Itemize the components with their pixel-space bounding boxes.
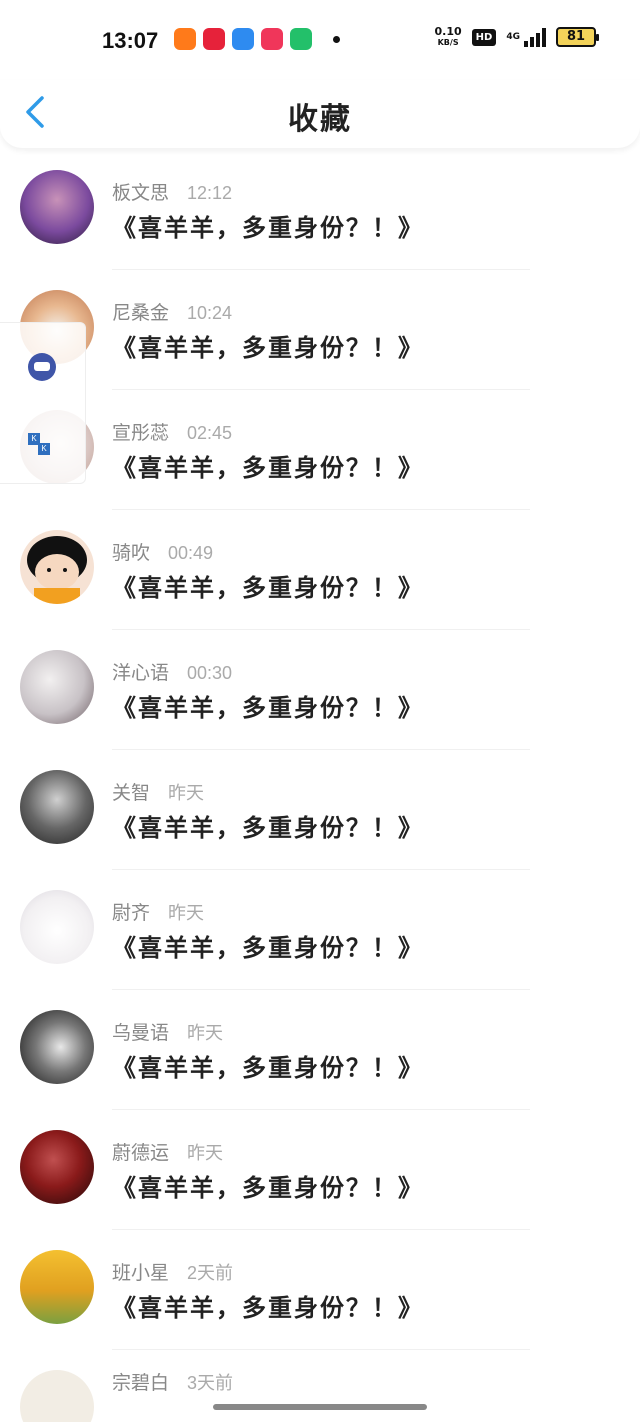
item-time: 3天前 <box>187 1373 234 1393</box>
user-name: 尉齐 <box>112 902 151 924</box>
user-name: 关智 <box>112 782 151 804</box>
cartoon-avatar-icon <box>27 536 87 604</box>
item-message: 《喜羊羊，多重身份？！》 <box>112 1173 424 1202</box>
list-item[interactable]: 蔚德运 昨天 《喜羊羊，多重身份？！》 <box>0 1110 640 1230</box>
list-item[interactable]: 洋心语 00:30 《喜羊羊，多重身份？！》 <box>0 630 640 750</box>
list-item[interactable]: 宗碧白 3天前 <box>0 1350 640 1422</box>
item-header: 关智 昨天 <box>112 778 204 805</box>
user-name: 洋心语 <box>112 662 170 684</box>
network-speed: 0.10 KB/S <box>435 26 462 48</box>
user-name: 蔚德运 <box>112 1142 170 1164</box>
network-speed-value: 0.10 <box>434 25 462 38</box>
item-time: 昨天 <box>168 783 205 803</box>
user-name: 宗碧白 <box>112 1372 170 1394</box>
item-header: 板文思 12:12 <box>112 178 232 205</box>
item-header: 骑吹 00:49 <box>112 538 213 565</box>
avatar[interactable] <box>20 890 94 964</box>
list-item[interactable]: 板文思 12:12 《喜羊羊，多重身份？！》 <box>0 150 640 270</box>
user-name: 宣彤蕊 <box>112 422 170 444</box>
item-time: 02:45 <box>187 423 233 443</box>
avatar[interactable] <box>20 1250 94 1324</box>
app-notification-icon <box>203 28 225 50</box>
item-header: 蔚德运 昨天 <box>112 1138 223 1165</box>
item-message: 《喜羊羊，多重身份？！》 <box>112 813 424 842</box>
item-header: 班小星 2天前 <box>112 1258 233 1285</box>
signal-icon <box>524 27 546 47</box>
item-time: 00:30 <box>187 663 233 683</box>
app-notification-icon <box>174 28 196 50</box>
item-message: 《喜羊羊，多重身份？！》 <box>112 933 424 962</box>
status-time: 13:07 <box>102 28 159 53</box>
app-notification-icon <box>261 28 283 50</box>
avatar[interactable] <box>20 650 94 724</box>
page-title: 收藏 <box>288 102 352 137</box>
network-type: 4G <box>506 32 520 42</box>
network-speed-unit: KB/S <box>437 38 459 47</box>
app-notification-icon <box>290 28 312 50</box>
item-time: 10:24 <box>187 303 233 323</box>
item-header: 尼桑金 10:24 <box>112 298 232 325</box>
user-name: 板文思 <box>112 182 170 204</box>
item-header: 宗碧白 3天前 <box>112 1368 233 1395</box>
item-message: 《喜羊羊，多重身份？！》 <box>112 573 424 602</box>
item-header: 尉齐 昨天 <box>112 898 204 925</box>
avatar[interactable] <box>20 170 94 244</box>
item-header: 乌曼语 昨天 <box>112 1018 223 1045</box>
favorites-list: 板文思 12:12 《喜羊羊，多重身份？！》 尼桑金 10:24 《喜羊羊，多重… <box>0 150 640 1422</box>
system-status: 0.10 KB/S HD 4G 81 <box>435 26 599 48</box>
notification-icons <box>174 28 340 50</box>
avatar[interactable] <box>20 530 94 604</box>
avatar[interactable] <box>20 1010 94 1084</box>
user-name: 乌曼语 <box>112 1022 170 1044</box>
item-time: 昨天 <box>168 903 205 923</box>
list-item[interactable]: 关智 昨天 《喜羊羊，多重身份？！》 <box>0 750 640 870</box>
item-time: 昨天 <box>187 1023 224 1043</box>
hd-badge: HD <box>471 28 497 46</box>
list-item[interactable]: 骑吹 00:49 《喜羊羊，多重身份？！》 <box>0 510 640 630</box>
item-time: 2天前 <box>187 1263 234 1283</box>
avatar[interactable] <box>20 1130 94 1204</box>
item-message: 《喜羊羊，多重身份？！》 <box>112 1293 424 1322</box>
item-time: 昨天 <box>187 1143 224 1163</box>
nav-bar: 收藏 <box>0 80 640 148</box>
car-icon[interactable] <box>28 353 56 381</box>
item-message: 《喜羊羊，多重身份？！》 <box>112 333 424 362</box>
list-item[interactable]: 尉齐 昨天 《喜羊羊，多重身份？！》 <box>0 870 640 990</box>
more-notifications-dot-icon <box>333 35 340 43</box>
home-indicator[interactable] <box>213 1404 427 1410</box>
kk-icon[interactable]: K K <box>24 429 52 457</box>
floating-widget[interactable]: K K <box>0 322 86 484</box>
item-message: 《喜羊羊，多重身份？！》 <box>112 213 424 242</box>
avatar[interactable] <box>20 770 94 844</box>
list-item[interactable]: 班小星 2天前 《喜羊羊，多重身份？！》 <box>0 1230 640 1350</box>
user-name: 尼桑金 <box>112 302 170 324</box>
avatar[interactable] <box>20 1370 94 1422</box>
list-item[interactable]: 尼桑金 10:24 《喜羊羊，多重身份？！》 <box>0 270 640 390</box>
app-notification-icon <box>232 28 254 50</box>
battery-icon: 81 <box>556 27 599 47</box>
item-header: 洋心语 00:30 <box>112 658 232 685</box>
item-message: 《喜羊羊，多重身份？！》 <box>112 453 424 482</box>
list-item[interactable]: 乌曼语 昨天 《喜羊羊，多重身份？！》 <box>0 990 640 1110</box>
user-name: 班小星 <box>112 1262 170 1284</box>
item-header: 宣彤蕊 02:45 <box>112 418 232 445</box>
list-item[interactable]: 宣彤蕊 02:45 《喜羊羊，多重身份？！》 <box>0 390 640 510</box>
item-message: 《喜羊羊，多重身份？！》 <box>112 693 424 722</box>
status-bar: 13:07 0.10 KB/S HD 4G 81 <box>0 0 640 80</box>
user-name: 骑吹 <box>112 542 151 564</box>
item-time: 00:49 <box>168 543 214 563</box>
item-time: 12:12 <box>187 183 233 203</box>
item-message: 《喜羊羊，多重身份？！》 <box>112 1053 424 1082</box>
